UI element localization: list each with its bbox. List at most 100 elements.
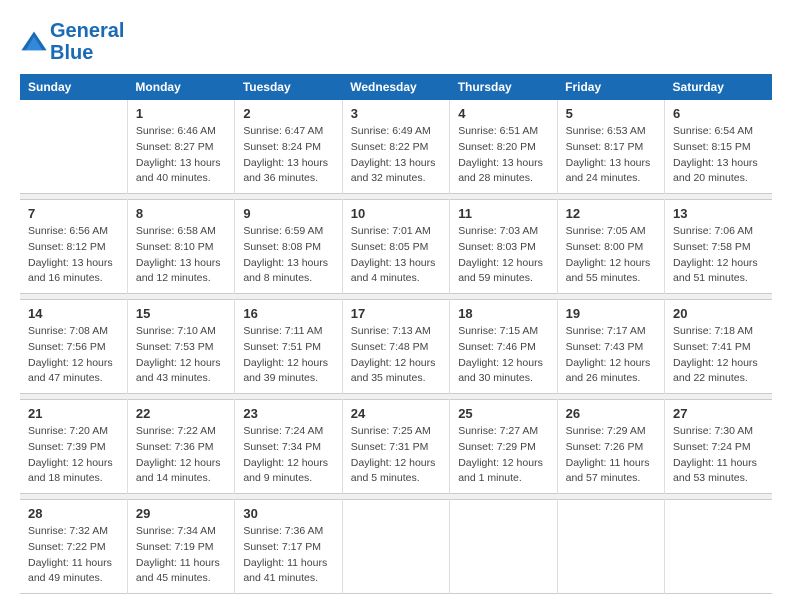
calendar-table: SundayMondayTuesdayWednesdayThursdayFrid… <box>20 74 772 594</box>
calendar-cell-w2-d7: 13Sunrise: 7:06 AMSunset: 7:58 PMDayligh… <box>665 200 772 294</box>
calendar-cell-w3-d5: 18 Sunrise: 7:15 AMSunset: 7:46 PMDayligh… <box>450 300 557 394</box>
day-number: 7 <box>28 206 119 221</box>
cell-content: Sunrise: 7:18 AMSunset: 7:41 PMDaylight:… <box>673 324 764 387</box>
week-row-2: 7 Sunrise: 6:56 AMSunset: 8:12 PMDaylight… <box>20 200 772 294</box>
cell-content: Sunrise: 6:53 AMSunset: 8:17 PMDaylight:… <box>566 124 656 187</box>
cell-content: Sunrise: 7:06 AMSunset: 7:58 PMDaylight:… <box>673 224 764 287</box>
calendar-cell-w1-d7: 6 Sunrise: 6:54 AMSunset: 8:15 PMDaylight… <box>665 100 772 194</box>
weekday-header-thursday: Thursday <box>450 74 557 100</box>
calendar-cell-w2-d1: 7 Sunrise: 6:56 AMSunset: 8:12 PMDaylight… <box>20 200 127 294</box>
calendar-body: 1Sunrise: 6:46 AMSunset: 8:27 PMDaylight… <box>20 100 772 594</box>
day-number: 18 <box>458 306 548 321</box>
calendar-cell-w4-d4: 24 Sunrise: 7:25 AMSunset: 7:31 PMDayligh… <box>342 400 449 494</box>
day-number: 8 <box>136 206 226 221</box>
page-header: GeneralBlue <box>20 20 772 64</box>
calendar-cell-w3-d2: 15Sunrise: 7:10 AMSunset: 7:53 PMDayligh… <box>127 300 234 394</box>
cell-content: Sunrise: 7:30 AMSunset: 7:24 PMDaylight:… <box>673 424 764 487</box>
calendar-cell-w1-d5: 4 Sunrise: 6:51 AMSunset: 8:20 PMDaylight… <box>450 100 557 194</box>
calendar-cell-w4-d2: 22Sunrise: 7:22 AMSunset: 7:36 PMDayligh… <box>127 400 234 494</box>
day-number: 20 <box>673 306 764 321</box>
calendar-cell-w2-d3: 9Sunrise: 6:59 AMSunset: 8:08 PMDaylight… <box>235 200 342 294</box>
cell-content: Sunrise: 7:20 AMSunset: 7:39 PMDaylight:… <box>28 424 119 487</box>
calendar-cell-w1-d3: 2 Sunrise: 6:47 AMSunset: 8:24 PMDaylight… <box>235 100 342 194</box>
day-number: 15 <box>136 306 226 321</box>
cell-content: Sunrise: 7:29 AMSunset: 7:26 PMDaylight:… <box>566 424 656 487</box>
cell-content: Sunrise: 6:56 AMSunset: 8:12 PMDaylight:… <box>28 224 119 287</box>
calendar-cell-w2-d4: 10Sunrise: 7:01 AMSunset: 8:05 PMDayligh… <box>342 200 449 294</box>
weekday-header-tuesday: Tuesday <box>235 74 342 100</box>
week-row-3: 14 Sunrise: 7:08 AMSunset: 7:56 PMDayligh… <box>20 300 772 394</box>
day-number: 19 <box>566 306 656 321</box>
cell-content: Sunrise: 7:13 AMSunset: 7:48 PMDaylight:… <box>351 324 441 387</box>
calendar-cell-w1-d1 <box>20 100 127 194</box>
cell-content: Sunrise: 6:47 AMSunset: 8:24 PMDaylight:… <box>243 124 333 187</box>
weekday-header-monday: Monday <box>127 74 234 100</box>
calendar-cell-w2-d2: 8 Sunrise: 6:58 AMSunset: 8:10 PMDaylight… <box>127 200 234 294</box>
calendar-cell-w4-d6: 26 Sunrise: 7:29 AMSunset: 7:26 PMDayligh… <box>557 400 664 494</box>
day-number: 14 <box>28 306 119 321</box>
calendar-cell-w1-d2: 1Sunrise: 6:46 AMSunset: 8:27 PMDaylight… <box>127 100 234 194</box>
day-number: 25 <box>458 406 548 421</box>
cell-content: Sunrise: 7:27 AMSunset: 7:29 PMDaylight:… <box>458 424 548 487</box>
day-number: 27 <box>673 406 764 421</box>
day-number: 30 <box>243 506 333 521</box>
day-number: 4 <box>458 106 548 121</box>
cell-content: Sunrise: 7:01 AMSunset: 8:05 PMDaylight:… <box>351 224 441 287</box>
calendar-cell-w3-d3: 16 Sunrise: 7:11 AMSunset: 7:51 PMDayligh… <box>235 300 342 394</box>
day-number: 17 <box>351 306 441 321</box>
cell-content: Sunrise: 7:32 AMSunset: 7:22 PMDaylight:… <box>28 524 119 587</box>
day-number: 3 <box>351 106 441 121</box>
day-number: 29 <box>136 506 226 521</box>
cell-content: Sunrise: 7:08 AMSunset: 7:56 PMDaylight:… <box>28 324 119 387</box>
cell-content: Sunrise: 6:51 AMSunset: 8:20 PMDaylight:… <box>458 124 548 187</box>
cell-content: Sunrise: 6:54 AMSunset: 8:15 PMDaylight:… <box>673 124 764 187</box>
cell-content: Sunrise: 7:25 AMSunset: 7:31 PMDaylight:… <box>351 424 441 487</box>
cell-content: Sunrise: 7:24 AMSunset: 7:34 PMDaylight:… <box>243 424 333 487</box>
calendar-cell-w5-d4 <box>342 500 449 594</box>
calendar-cell-w5-d5 <box>450 500 557 594</box>
day-number: 12 <box>566 206 656 221</box>
cell-content: Sunrise: 7:17 AMSunset: 7:43 PMDaylight:… <box>566 324 656 387</box>
week-row-4: 21 Sunrise: 7:20 AMSunset: 7:39 PMDayligh… <box>20 400 772 494</box>
week-row-1: 1Sunrise: 6:46 AMSunset: 8:27 PMDaylight… <box>20 100 772 194</box>
weekday-header-row: SundayMondayTuesdayWednesdayThursdayFrid… <box>20 74 772 100</box>
day-number: 21 <box>28 406 119 421</box>
cell-content: Sunrise: 6:46 AMSunset: 8:27 PMDaylight:… <box>136 124 226 187</box>
day-number: 5 <box>566 106 656 121</box>
cell-content: Sunrise: 7:15 AMSunset: 7:46 PMDaylight:… <box>458 324 548 387</box>
day-number: 23 <box>243 406 333 421</box>
calendar-cell-w5-d7 <box>665 500 772 594</box>
cell-content: Sunrise: 6:59 AMSunset: 8:08 PMDaylight:… <box>243 224 333 287</box>
calendar-cell-w1-d4: 3Sunrise: 6:49 AMSunset: 8:22 PMDaylight… <box>342 100 449 194</box>
cell-content: Sunrise: 6:58 AMSunset: 8:10 PMDaylight:… <box>136 224 226 287</box>
calendar-header: SundayMondayTuesdayWednesdayThursdayFrid… <box>20 74 772 100</box>
day-number: 11 <box>458 206 548 221</box>
week-row-5: 28 Sunrise: 7:32 AMSunset: 7:22 PMDayligh… <box>20 500 772 594</box>
calendar-cell-w3-d7: 20 Sunrise: 7:18 AMSunset: 7:41 PMDayligh… <box>665 300 772 394</box>
calendar-cell-w3-d1: 14 Sunrise: 7:08 AMSunset: 7:56 PMDayligh… <box>20 300 127 394</box>
calendar-cell-w2-d6: 12 Sunrise: 7:05 AMSunset: 8:00 PMDayligh… <box>557 200 664 294</box>
day-number: 6 <box>673 106 764 121</box>
calendar-cell-w1-d6: 5 Sunrise: 6:53 AMSunset: 8:17 PMDaylight… <box>557 100 664 194</box>
weekday-header-wednesday: Wednesday <box>342 74 449 100</box>
day-number: 26 <box>566 406 656 421</box>
cell-content: Sunrise: 7:05 AMSunset: 8:00 PMDaylight:… <box>566 224 656 287</box>
logo-icon <box>20 28 48 56</box>
calendar-cell-w4-d7: 27 Sunrise: 7:30 AMSunset: 7:24 PMDayligh… <box>665 400 772 494</box>
day-number: 24 <box>351 406 441 421</box>
day-number: 2 <box>243 106 333 121</box>
calendar-cell-w4-d3: 23 Sunrise: 7:24 AMSunset: 7:34 PMDayligh… <box>235 400 342 494</box>
day-number: 28 <box>28 506 119 521</box>
calendar-cell-w3-d6: 19 Sunrise: 7:17 AMSunset: 7:43 PMDayligh… <box>557 300 664 394</box>
calendar-cell-w5-d2: 29Sunrise: 7:34 AMSunset: 7:19 PMDayligh… <box>127 500 234 594</box>
cell-content: Sunrise: 7:03 AMSunset: 8:03 PMDaylight:… <box>458 224 548 287</box>
calendar-cell-w5-d6 <box>557 500 664 594</box>
day-number: 16 <box>243 306 333 321</box>
calendar-cell-w5-d1: 28 Sunrise: 7:32 AMSunset: 7:22 PMDayligh… <box>20 500 127 594</box>
calendar-cell-w3-d4: 17 Sunrise: 7:13 AMSunset: 7:48 PMDayligh… <box>342 300 449 394</box>
weekday-header-sunday: Sunday <box>20 74 127 100</box>
cell-content: Sunrise: 7:11 AMSunset: 7:51 PMDaylight:… <box>243 324 333 387</box>
calendar-cell-w4-d1: 21 Sunrise: 7:20 AMSunset: 7:39 PMDayligh… <box>20 400 127 494</box>
logo: GeneralBlue <box>20 20 124 64</box>
cell-content: Sunrise: 7:36 AMSunset: 7:17 PMDaylight:… <box>243 524 333 587</box>
